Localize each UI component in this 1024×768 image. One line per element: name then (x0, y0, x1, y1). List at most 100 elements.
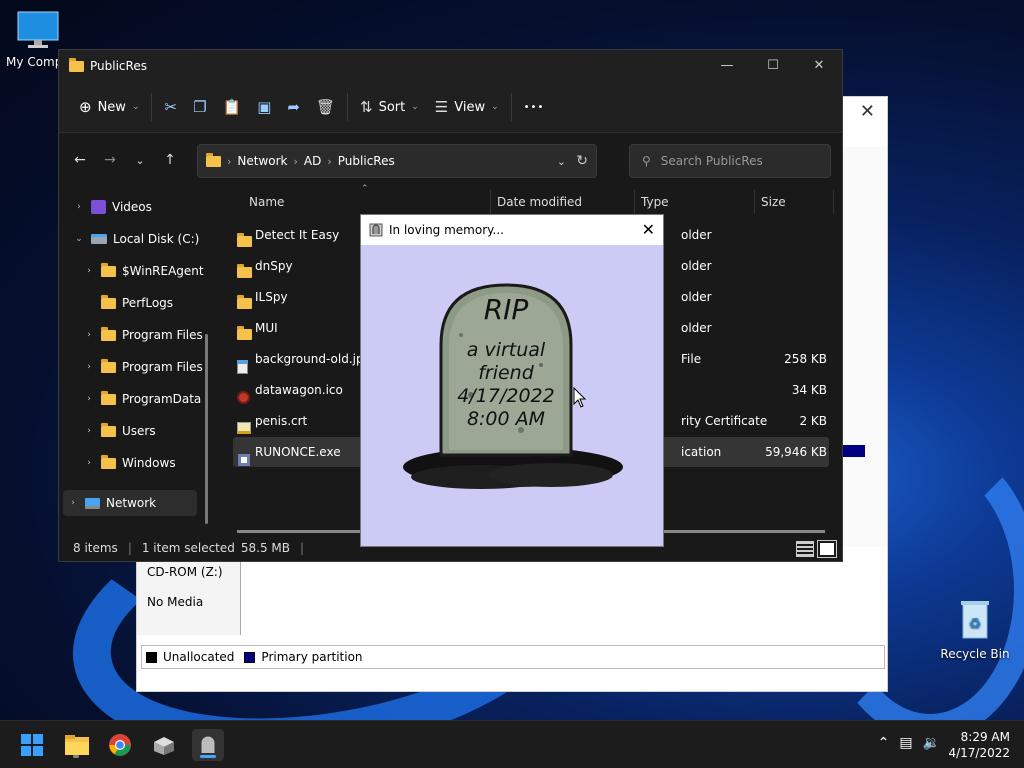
column-divider[interactable] (833, 190, 834, 214)
legend-label: Primary partition (261, 650, 363, 664)
column-header-name[interactable]: Name (249, 190, 489, 214)
nav-item-program-files[interactable]: › Program Files (83, 322, 203, 348)
paste-button[interactable]: 📋 (215, 90, 250, 124)
share-button[interactable]: ➦ (279, 90, 308, 124)
tombstone-line: a virtual (466, 339, 546, 361)
nav-item-windows[interactable]: › Windows (83, 450, 176, 476)
file-size: 34 KB (791, 383, 827, 397)
up-arrow-icon[interactable]: ↑ (155, 152, 185, 168)
legend-swatch-primary (244, 651, 256, 663)
column-divider[interactable] (634, 190, 635, 214)
expand-arrow-icon[interactable]: › (83, 362, 95, 372)
sort-icon: ⇅ (360, 98, 373, 116)
network-status-icon[interactable]: ▤ (899, 735, 912, 751)
rename-button[interactable]: ▣ (249, 90, 279, 124)
view-icon: ☰ (434, 98, 449, 116)
nav-scrollbar[interactable] (205, 334, 208, 524)
taskbar-app-box[interactable] (148, 729, 180, 761)
share-icon: ➦ (287, 98, 300, 116)
active-indicator (200, 755, 216, 758)
sort-up-icon: ⌃ (361, 184, 369, 194)
volume-icon[interactable]: 🔉 (923, 735, 940, 751)
recent-chevron-icon[interactable]: ⌄ (125, 154, 155, 167)
navigation-pane: › Videos ⌄ Local Disk (C:) › $WinREAgent… (59, 190, 209, 540)
close-button[interactable]: ✕ (796, 50, 842, 80)
breadcrumb-item[interactable]: PublicRes (338, 154, 395, 168)
taskbar-chrome[interactable] (104, 729, 136, 761)
delete-button[interactable]: 🗑 (308, 90, 343, 124)
breadcrumb-item[interactable]: AD (304, 154, 321, 168)
file-name: RUNONCE.exe (255, 445, 341, 459)
desktop-icon-recycle-bin[interactable]: ♻ Recycle Bin (937, 598, 1013, 661)
clock[interactable]: 8:29 AM 4/17/2022 (948, 729, 1010, 761)
view-button[interactable]: ☰ View ⌄ (427, 90, 507, 124)
nav-item-perflogs[interactable]: PerfLogs (83, 290, 173, 316)
breadcrumb-item[interactable]: Network (237, 154, 287, 168)
search-box[interactable]: ⚲ Search PublicRes (629, 144, 831, 178)
disk-side-panel (841, 147, 887, 547)
new-label: New (97, 99, 126, 115)
back-arrow-icon[interactable]: ← (65, 152, 95, 168)
svg-text:♻: ♻ (969, 616, 982, 632)
column-divider[interactable] (490, 190, 491, 214)
column-header-date[interactable]: Date modified (497, 190, 637, 214)
column-label: Name (249, 195, 285, 209)
large-icons-view-icon[interactable] (817, 540, 837, 558)
column-header-type[interactable]: Type (641, 190, 751, 214)
column-header-size[interactable]: Size (761, 190, 831, 214)
address-bar[interactable]: › Network › AD › PublicRes ⌄ ↻ (197, 144, 597, 178)
expand-arrow-icon[interactable]: › (83, 330, 95, 340)
nav-item-users[interactable]: › Users (83, 418, 156, 444)
expand-arrow-icon[interactable]: › (83, 394, 95, 404)
nav-item-videos[interactable]: › Videos (73, 194, 152, 220)
file-size: 258 KB (784, 352, 827, 366)
legend-label: Unallocated (163, 650, 235, 664)
minimize-button[interactable]: — (704, 50, 750, 80)
taskbar: ⌃ ▤ 🔉 8:29 AM 4/17/2022 (0, 720, 1024, 768)
monitor-icon (17, 11, 59, 48)
close-icon[interactable]: ✕ (642, 220, 655, 239)
app-icon (369, 223, 383, 237)
more-options-button[interactable]: ••• (516, 90, 553, 124)
expand-arrow-icon[interactable]: › (73, 202, 85, 212)
windows-logo-icon (21, 734, 43, 756)
nav-item-local-disk[interactable]: ⌄ Local Disk (C:) (73, 226, 199, 252)
cut-button[interactable]: ✂ (156, 90, 185, 124)
start-button[interactable] (16, 729, 48, 761)
expand-arrow-icon[interactable]: › (83, 426, 95, 436)
folder-icon (101, 422, 116, 437)
recycle-bin-icon: ♻ (961, 601, 989, 639)
forward-arrow-icon[interactable]: → (95, 152, 125, 168)
expand-arrow-icon[interactable]: › (83, 458, 95, 468)
nav-item-network[interactable]: › Network (63, 490, 197, 516)
nav-label: Network (106, 496, 157, 510)
collapse-arrow-icon[interactable]: ⌄ (73, 234, 85, 244)
close-icon[interactable]: ✕ (860, 101, 875, 122)
new-button[interactable]: ⊕ New ⌄ (71, 90, 147, 124)
nav-item-programdata[interactable]: › ProgramData (83, 386, 201, 412)
refresh-icon[interactable]: ↻ (576, 153, 588, 169)
column-divider[interactable] (754, 190, 755, 214)
chevron-up-icon[interactable]: ⌃ (878, 735, 890, 751)
file-type: older (681, 321, 712, 335)
expand-arrow-icon[interactable]: › (83, 266, 95, 276)
search-icon: ⚲ (642, 154, 651, 168)
sort-button[interactable]: ⇅ Sort ⌄ (352, 90, 427, 124)
taskbar-file-explorer[interactable] (61, 729, 93, 761)
folder-icon (101, 294, 116, 309)
command-bar: ⊕ New ⌄ ✂ ❐ 📋 ▣ ➦ 🗑 ⇅ Sort ⌄ ☰ View ⌄ ••… (59, 82, 842, 133)
address-dropdown-icon[interactable]: ⌄ (557, 155, 566, 168)
details-view-icon[interactable] (796, 541, 814, 557)
file-name: penis.crt (255, 414, 308, 428)
maximize-button[interactable]: ☐ (750, 50, 796, 80)
nav-item-program-files-x86[interactable]: › Program Files (83, 354, 203, 380)
expand-arrow-icon[interactable]: › (67, 498, 79, 508)
taskbar-memorial-app[interactable] (192, 729, 224, 761)
chevron-right-icon: › (227, 154, 232, 168)
nav-item-winreagent[interactable]: › $WinREAgent (83, 258, 204, 284)
dialog-title-bar[interactable]: In loving memory... (361, 215, 663, 245)
copy-button[interactable]: ❐ (185, 90, 214, 124)
chevron-right-icon: › (293, 154, 298, 168)
folder-icon (101, 326, 116, 341)
rename-icon: ▣ (257, 98, 272, 116)
